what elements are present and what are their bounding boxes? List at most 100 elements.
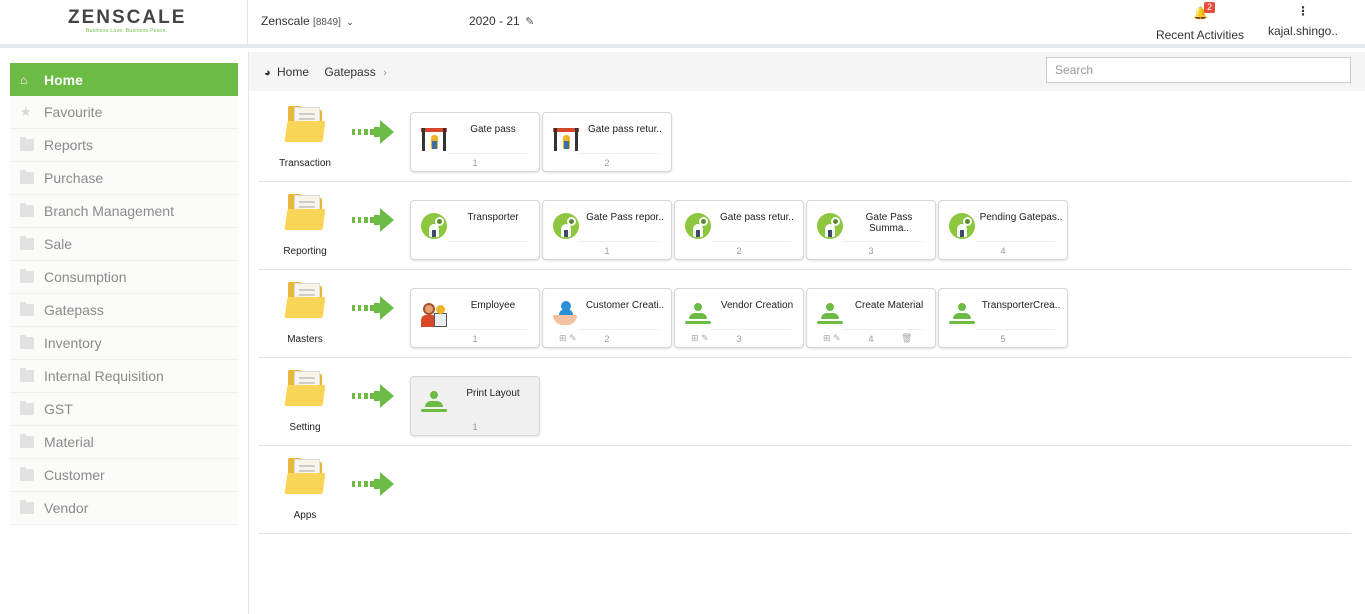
folder-icon[interactable] (284, 194, 326, 230)
card-title: Transporter (467, 212, 519, 223)
section-label: Masters (287, 334, 323, 345)
card-vendor-creation[interactable]: Vendor Creation ⊞ ✎ 3 (674, 288, 804, 348)
section-label: Transaction (279, 158, 331, 169)
folder-icon (20, 137, 34, 151)
edit-icon[interactable]: ✎ (525, 16, 534, 28)
folder-icon (20, 269, 34, 283)
sidebar-item-inventory[interactable]: Inventory (10, 327, 238, 360)
folder-icon (20, 170, 34, 184)
card-title: Vendor Creation (720, 300, 794, 311)
sidebar-item-label: Sale (44, 236, 73, 252)
card-create-material[interactable]: Create Material ⊞ ✎ 🗑 4 (806, 288, 936, 348)
card-number: 4 (1000, 246, 1006, 256)
card-title: Gate pass retur.. (588, 124, 662, 135)
sidebar-item-material[interactable]: Material (10, 426, 238, 459)
card-print-layout[interactable]: Print Layout 1 (410, 376, 540, 436)
sidebar-item-label: Favourite (44, 104, 103, 120)
top-bar: ZENSCALE Business Love. Business Peace. … (0, 0, 1365, 48)
report-icon (817, 213, 843, 239)
card-number: 3 (868, 246, 874, 256)
card-title: Employee (470, 300, 516, 311)
card-number: 2 (736, 246, 742, 256)
user-menu[interactable]: ⋮ kajal.shingo.. (1262, 4, 1344, 38)
sidebar-item-internal-requisition[interactable]: Internal Requisition (10, 360, 238, 393)
card-number: 1 (472, 158, 478, 168)
section-masters: Masters Employee 1 Customer Creati.. ⊞ ✎… (258, 270, 1351, 358)
sidebar-item-purchase[interactable]: Purchase (10, 162, 238, 195)
breadcrumb-home[interactable]: Home (277, 65, 309, 79)
sidebar-item-reports[interactable]: Reports (10, 129, 238, 162)
customer-icon (553, 301, 579, 327)
folder-icon (20, 368, 34, 382)
card-gate-pass-report[interactable]: Gate Pass repor.. 1 (542, 200, 672, 260)
arrow-right-icon (352, 296, 400, 320)
user-icon (817, 301, 843, 327)
report-icon (553, 213, 579, 239)
sidebar-item-sale[interactable]: Sale (10, 228, 238, 261)
arrow-right-icon (352, 208, 400, 232)
sidebar: ⌂ Home ★ Favourite Reports Purchase Bran… (0, 52, 249, 614)
card-gate-pass[interactable]: Gate pass 1 (410, 112, 540, 172)
search-input[interactable] (1046, 57, 1351, 83)
sidebar-item-gst[interactable]: GST (10, 393, 238, 426)
breadcrumb-bar: ◕ Home Gatepass › (249, 52, 1365, 91)
sidebar-item-label: Consumption (44, 269, 127, 285)
sidebar-item-customer[interactable]: Customer (10, 459, 238, 492)
card-title: Gate pass (470, 124, 516, 135)
card-pending-gatepass[interactable]: Pending Gatepas.. 4 (938, 200, 1068, 260)
card-number: 5 (1000, 334, 1006, 344)
card-number: 1 (472, 334, 478, 344)
card-title: Create Material (854, 300, 924, 311)
bell-icon: 🔔 2 (1193, 2, 1216, 20)
sidebar-item-label: Reports (44, 137, 94, 153)
recent-activities-button[interactable]: 🔔 2 Recent Activities (1150, 2, 1250, 42)
sidebar-item-vendor[interactable]: Vendor (10, 492, 238, 525)
gate-icon (553, 125, 579, 151)
home-icon: ⌂ (20, 72, 28, 87)
chevron-down-icon: ⌄ (346, 17, 354, 27)
sidebar-item-home[interactable]: ⌂ Home (10, 63, 238, 96)
financial-year[interactable]: 2020 - 21 ✎ (469, 14, 534, 28)
sidebar-item-label: Inventory (44, 335, 102, 351)
folder-icon[interactable] (284, 370, 326, 406)
sidebar-item-gatepass[interactable]: Gatepass (10, 294, 238, 327)
card-customer-creation[interactable]: Customer Creati.. ⊞ ✎ 2 (542, 288, 672, 348)
card-title: Gate Pass repor.. (586, 212, 664, 223)
folder-icon[interactable] (284, 106, 326, 142)
card-title: Gate Pass Summa.. (865, 212, 913, 234)
card-gate-pass-return-report[interactable]: Gate pass retur.. 2 (674, 200, 804, 260)
company-name: Zenscale (261, 14, 310, 28)
card-gate-pass-summary[interactable]: Gate Pass Summa.. 3 (806, 200, 936, 260)
logo[interactable]: ZENSCALE Business Love. Business Peace. (0, 0, 248, 48)
card-gate-pass-return[interactable]: Gate pass retur.. 2 (542, 112, 672, 172)
folder-icon (20, 203, 34, 217)
card-transporter-creation[interactable]: TransporterCrea.. 5 (938, 288, 1068, 348)
company-selector[interactable]: Zenscale [8849] ⌄ (261, 14, 354, 28)
card-title: TransporterCrea.. (981, 300, 1061, 311)
arrow-right-icon (352, 384, 400, 408)
card-number: 2 (604, 158, 610, 168)
card-title: Customer Creati.. (585, 300, 665, 311)
breadcrumb-current[interactable]: Gatepass (324, 65, 375, 79)
card-employee[interactable]: Employee 1 (410, 288, 540, 348)
sidebar-item-consumption[interactable]: Consumption (10, 261, 238, 294)
folder-icon (20, 434, 34, 448)
card-number: 3 (736, 334, 742, 344)
card-transporter[interactable]: Transporter (410, 200, 540, 260)
section-apps: Apps (258, 446, 1351, 534)
sidebar-item-label: Vendor (44, 500, 89, 516)
sidebar-item-branch-management[interactable]: Branch Management (10, 195, 238, 228)
section-label: Setting (289, 422, 321, 433)
sidebar-item-favourite[interactable]: ★ Favourite (10, 96, 238, 129)
folder-icon[interactable] (284, 458, 326, 494)
user-icon (685, 301, 711, 327)
folder-icon (20, 335, 34, 349)
sidebar-item-label: Material (44, 434, 94, 450)
card-title: Gate pass retur.. (720, 212, 794, 223)
employee-icon (421, 301, 447, 327)
folder-icon[interactable] (284, 282, 326, 318)
sidebar-item-label: Internal Requisition (44, 368, 164, 384)
report-icon (421, 213, 447, 239)
folder-icon (20, 467, 34, 481)
folder-icon (20, 401, 34, 415)
